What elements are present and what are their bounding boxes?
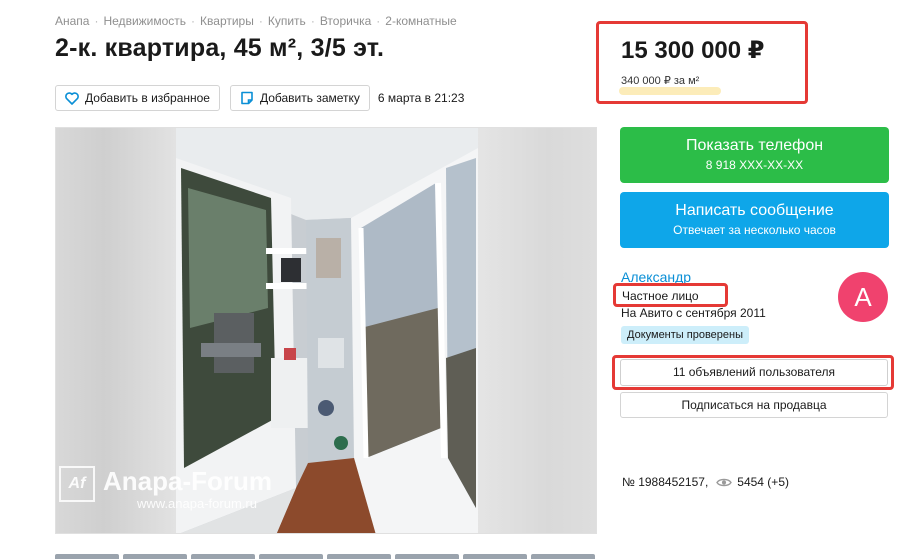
watermark-url: www.anapa-forum.ru	[137, 496, 257, 511]
breadcrumb-separator: ·	[94, 14, 99, 28]
breadcrumb-separator: ·	[376, 14, 381, 28]
seller-since: На Авито с сентября 2011	[621, 306, 766, 320]
show-phone-label: Показать телефон	[685, 137, 824, 154]
price-per-m2-highlight	[619, 87, 721, 95]
views-count: 5454 (+5)	[737, 475, 789, 489]
gallery-thumbnail[interactable]	[123, 554, 187, 559]
breadcrumb-item[interactable]: Вторичка	[320, 14, 371, 28]
price: 15 300 000 ₽	[621, 36, 765, 65]
watermark-name: Anapa-Forum	[103, 466, 272, 496]
heart-icon	[64, 90, 80, 106]
add-to-favorites-button[interactable]: Добавить в избранное	[55, 85, 220, 111]
send-message-label: Написать сообщение	[675, 202, 834, 219]
listing-actions: Добавить в избранное Добавить заметку 6 …	[55, 85, 464, 111]
gallery-thumbnail[interactable]	[327, 554, 391, 559]
seller-type: Частное лицо	[622, 289, 699, 303]
price-value: 15 300 000	[621, 37, 748, 64]
breadcrumb-separator: ·	[258, 14, 263, 28]
show-phone-button[interactable]: Показать телефон 8 918 XXX-XX-XX	[620, 127, 889, 183]
gallery-thumbnail[interactable]	[191, 554, 255, 559]
watermark-logo: Af	[59, 466, 95, 502]
breadcrumb-item[interactable]: Анапа	[55, 14, 89, 28]
breadcrumb: Анапа · Недвижимость · Квартиры · Купить · Втори…	[55, 14, 457, 28]
breadcrumb-separator: ·	[310, 14, 315, 28]
gallery-blur-right	[476, 128, 596, 533]
add-note-button[interactable]: Добавить заметку	[229, 85, 370, 111]
subscribe-to-seller-button[interactable]: Подписаться на продавца	[620, 392, 888, 418]
breadcrumb-item[interactable]: 2-комнатные	[385, 14, 456, 28]
ad-number: № 1988452157,	[622, 475, 709, 489]
listing-meta: № 1988452157, 5454 (+5)	[622, 475, 789, 489]
response-time-note: Отвечает за несколько часов	[673, 223, 836, 237]
add-note-label: Добавить заметку	[259, 91, 360, 105]
publication-date: 6 марта в 21:23	[377, 91, 465, 105]
gallery-thumbnail[interactable]	[259, 554, 323, 559]
avatar[interactable]: А	[838, 272, 888, 322]
note-icon	[239, 90, 255, 106]
gallery-thumbnail[interactable]	[463, 554, 527, 559]
ruble-icon: ₽	[747, 37, 765, 64]
documents-verified-badge: Документы проверены	[621, 326, 750, 344]
add-to-favorites-label: Добавить в избранное	[85, 91, 210, 105]
price-highlight-box: 15 300 000 ₽ 340 000 ₽ за м²	[596, 21, 808, 104]
send-message-button[interactable]: Написать сообщение Отвечает за несколько…	[620, 192, 889, 248]
gallery-thumbnail[interactable]	[531, 554, 595, 559]
price-per-m2: 340 000 ₽ за м²	[621, 75, 700, 87]
user-listings-button[interactable]: 11 объявлений пользователя	[620, 359, 888, 386]
gallery-thumbnail[interactable]	[55, 554, 119, 559]
breadcrumb-separator: ·	[191, 14, 196, 28]
photo-gallery[interactable]: Af Anapa-Forum www.anapa-forum.ru	[55, 127, 597, 534]
watermark: Af Anapa-Forum www.anapa-forum.ru	[59, 466, 272, 511]
phone-number-masked: 8 918 XXX-XX-XX	[705, 158, 804, 172]
breadcrumb-item[interactable]: Недвижимость	[103, 14, 186, 28]
gallery-thumbnails	[55, 554, 595, 559]
breadcrumb-item[interactable]: Квартиры	[200, 14, 254, 28]
gallery-thumbnail[interactable]	[395, 554, 459, 559]
page-title: 2-к. квартира, 45 м², 3/5 эт.	[55, 34, 385, 62]
breadcrumb-item[interactable]: Купить	[268, 14, 306, 28]
eye-icon	[716, 477, 733, 488]
